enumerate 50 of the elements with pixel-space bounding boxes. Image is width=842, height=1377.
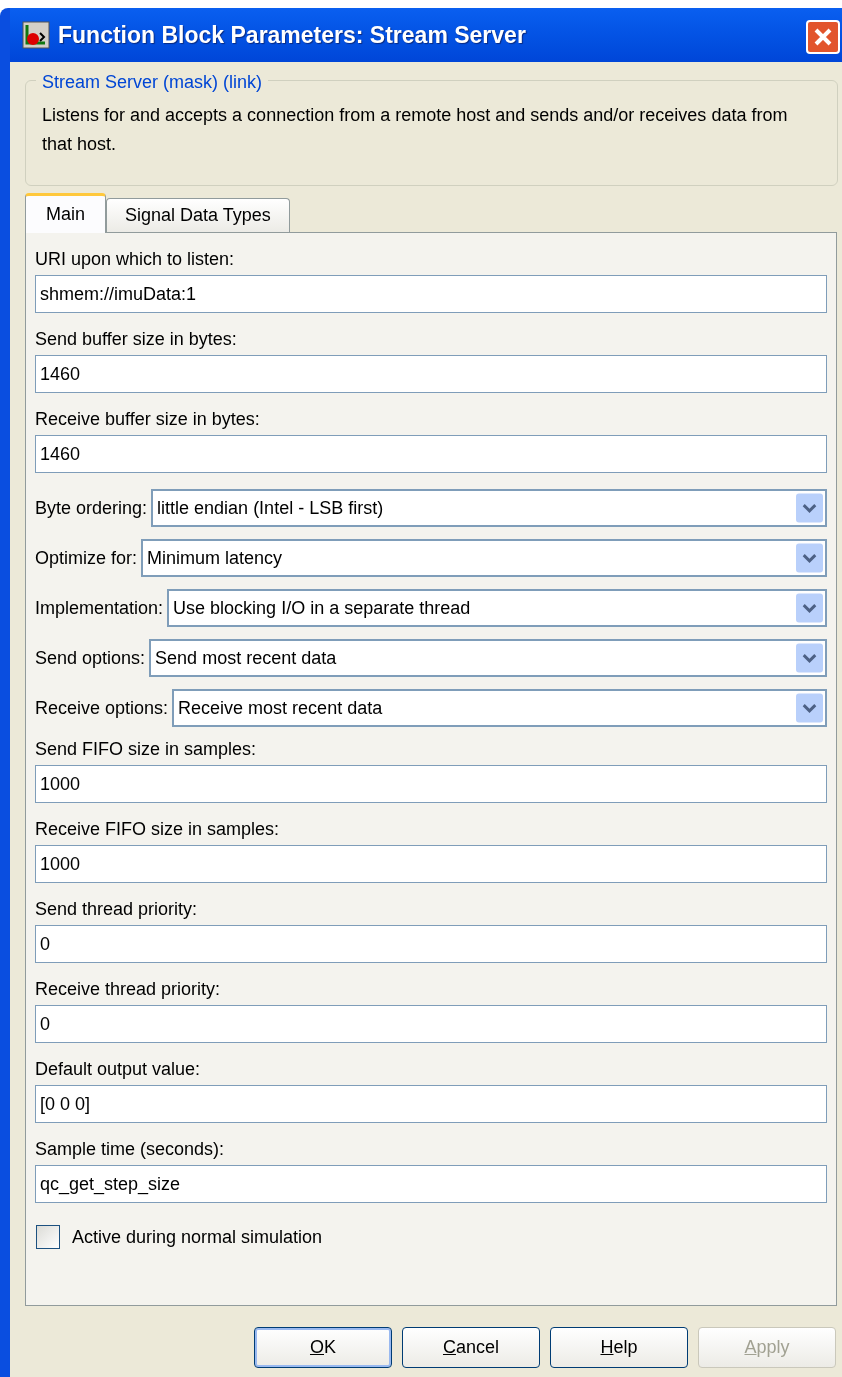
field-label: Send buffer size in bytes:: [35, 328, 237, 351]
dropdown-value: little endian (Intel - LSB first): [157, 496, 385, 520]
input-field[interactable]: 1460: [35, 435, 827, 473]
field-label: Send thread priority:: [35, 898, 198, 921]
window-title: Function Block Parameters: Stream Server: [58, 20, 526, 50]
input-field[interactable]: 1460: [35, 355, 827, 393]
caret-icon: [796, 543, 823, 573]
field-label: Receive thread priority:: [35, 978, 221, 1001]
input-field[interactable]: 0: [35, 1005, 827, 1043]
field-label: Receive FIFO size in samples:: [35, 818, 280, 841]
field-label: URI upon which to listen:: [35, 248, 235, 271]
close-button[interactable]: [806, 20, 840, 54]
input-field[interactable]: shmem://imuData:1: [35, 275, 827, 313]
field-label: Send FIFO size in samples:: [35, 738, 257, 761]
block-icon: [22, 21, 50, 49]
field-label: Sample time (seconds):: [35, 1138, 225, 1161]
dropdown-value: Send most recent data: [155, 646, 338, 670]
input-field[interactable]: qc_get_step_size: [35, 1165, 827, 1203]
dropdown[interactable]: Send most recent data: [149, 639, 827, 677]
dropdown-value: Use blocking I/O in a separate thread: [173, 596, 472, 620]
dropdown[interactable]: Receive most recent data: [172, 689, 827, 727]
dropdown[interactable]: Minimum latency: [141, 539, 827, 577]
dialog-button[interactable]: OK: [254, 1327, 392, 1368]
input-field[interactable]: 1000: [35, 845, 827, 883]
tab[interactable]: Main: [25, 193, 106, 233]
caret-icon: [796, 693, 823, 723]
field-label: Optimize for:: [35, 546, 138, 570]
field-label: Receive buffer size in bytes:: [35, 408, 260, 431]
dialog-button[interactable]: Help: [550, 1327, 688, 1368]
dropdown[interactable]: little endian (Intel - LSB first): [151, 489, 827, 527]
caret-icon: [796, 643, 823, 673]
close-icon: [813, 27, 833, 47]
dropdown-value: Receive most recent data: [178, 696, 384, 720]
dialog-button[interactable]: Cancel: [402, 1327, 540, 1368]
input-field[interactable]: [0 0 0]: [35, 1085, 827, 1123]
field-label: Send options:: [35, 646, 146, 670]
checkbox[interactable]: [36, 1225, 60, 1249]
tab[interactable]: Signal Data Types: [106, 198, 290, 232]
field-label: Receive options:: [35, 696, 169, 720]
dropdown-value: Minimum latency: [147, 546, 284, 570]
description-text: Listens for and accepts a connection from a remote host and sends and/or receives data from that host.: [42, 104, 789, 156]
dropdown[interactable]: Use blocking I/O in a separate thread: [167, 589, 827, 627]
caret-icon: [796, 593, 823, 623]
caret-icon: [796, 493, 823, 523]
input-field[interactable]: 1000: [35, 765, 827, 803]
field-label: Implementation:: [35, 596, 164, 620]
field-label: Default output value:: [35, 1058, 201, 1081]
checkbox-label: Active during normal simulation: [72, 1225, 323, 1249]
input-field[interactable]: 0: [35, 925, 827, 963]
field-label: Byte ordering:: [35, 496, 148, 520]
